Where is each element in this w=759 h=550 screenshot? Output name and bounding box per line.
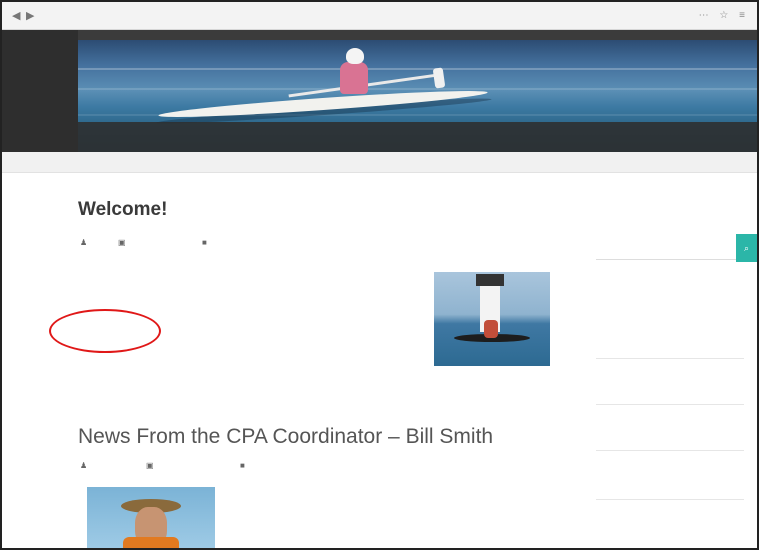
paddle-blade (432, 67, 446, 89)
folder-icon: ■ (240, 461, 245, 470)
user-icon: ♟ (80, 238, 88, 247)
divider (596, 499, 744, 500)
paddler (340, 62, 368, 94)
post-thumbnail[interactable] (434, 272, 550, 366)
divider (596, 404, 744, 405)
search-input[interactable] (596, 236, 736, 260)
divider (596, 450, 744, 451)
site-header (2, 30, 757, 152)
user-icon: ♟ (80, 461, 88, 470)
breadcrumb-bar (2, 152, 757, 173)
forward-icon[interactable]: ▶ (26, 10, 34, 22)
wave-streak (78, 68, 757, 70)
life-vest (123, 537, 179, 550)
divider (596, 358, 744, 359)
folder-icon: ■ (202, 238, 207, 247)
paddler-hat (346, 48, 364, 64)
lighthouse-lantern (476, 274, 504, 286)
news-post-title[interactable]: News From the CPA Coordinator – Bill Smi… (78, 425, 493, 449)
wave-streak (78, 88, 757, 90)
back-icon[interactable]: ◀ (12, 10, 20, 22)
calendar-icon: ▣ (118, 238, 126, 247)
post-title[interactable]: Welcome! (78, 199, 167, 221)
paddler (484, 320, 498, 338)
browser-address-bar: ◀ ▶ ⋯ ☆ ≡ (2, 2, 757, 30)
highlight-annotation (49, 309, 161, 353)
news-meta-date[interactable]: ▣ (146, 461, 157, 470)
calendar-icon: ▣ (146, 461, 154, 470)
post-meta-author[interactable]: ♟ (80, 238, 90, 247)
post-meta-date[interactable]: ▣ (118, 238, 129, 247)
header-side-panel (2, 30, 78, 152)
news-meta-author[interactable]: ♟ (80, 461, 90, 470)
news-post-thumbnail[interactable] (87, 487, 215, 550)
news-meta-category[interactable]: ■ (240, 461, 248, 470)
browser-menu-icons[interactable]: ⋯ ☆ ≡ (699, 10, 749, 21)
main-nav (78, 122, 757, 152)
search-button[interactable]: ⌕ (736, 234, 757, 262)
post-meta-category[interactable]: ■ (202, 238, 210, 247)
